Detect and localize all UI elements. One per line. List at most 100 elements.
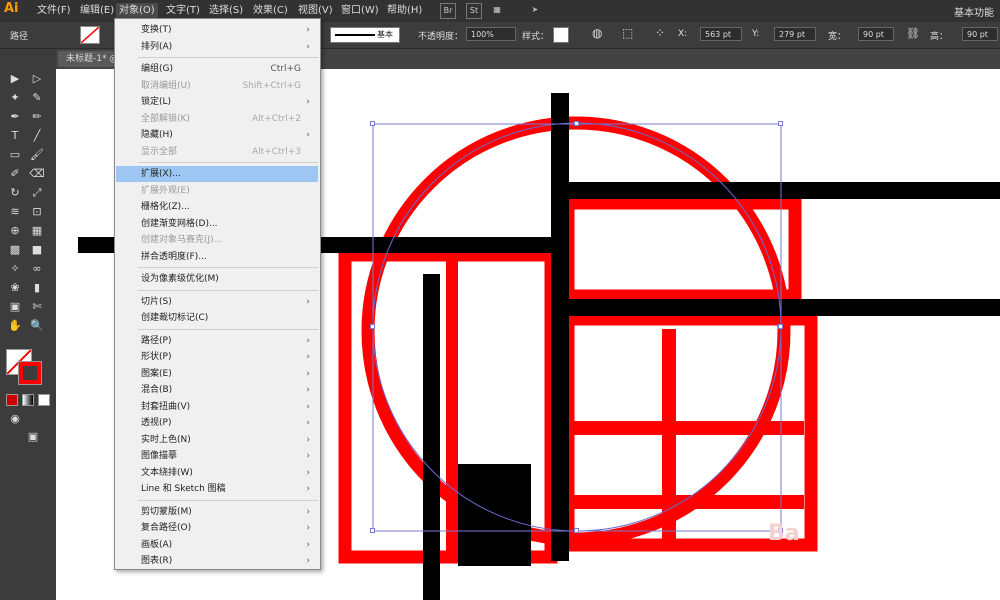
menu-item-12[interactable]: 栅格化(Z)...: [116, 199, 318, 215]
reference-point-icon[interactable]: ⁘: [655, 26, 665, 40]
mesh-tool-icon[interactable]: ▩: [6, 242, 24, 258]
bbox-handle-bottom[interactable]: [574, 528, 579, 533]
bbox-handle-top-left[interactable]: [370, 121, 375, 126]
menu-item-24[interactable]: 图案(E) ›: [116, 366, 318, 382]
link-proportions-icon[interactable]: ⛓: [906, 27, 920, 40]
menu-item-28[interactable]: 实时上色(N) ›: [116, 432, 318, 448]
fill-swatch[interactable]: [80, 26, 100, 44]
align-icon[interactable]: ⬚: [622, 26, 633, 40]
menu-7[interactable]: 视图(V): [295, 3, 336, 19]
gradient-mode-icon[interactable]: [22, 394, 34, 406]
menu-item-13[interactable]: 创建渐变网格(D)...: [116, 216, 318, 232]
bbox-handle-bottom-left[interactable]: [370, 528, 375, 533]
menu-separator: [138, 162, 318, 163]
stroke-profile[interactable]: 基本: [330, 27, 400, 43]
width-input[interactable]: 90 pt: [858, 27, 894, 41]
menu-separator: [138, 328, 318, 330]
selection-tool-icon[interactable]: ▶: [6, 71, 24, 87]
menu-item-29[interactable]: 图像描摹 ›: [116, 448, 318, 464]
recolor-icon[interactable]: ◍: [592, 26, 602, 40]
menu-item-33[interactable]: 剪切蒙版(M) ›: [116, 504, 318, 520]
bridge-button[interactable]: Br: [440, 3, 456, 19]
blend-tool-icon[interactable]: ∞: [28, 261, 46, 277]
menu-3[interactable]: 对象(O): [116, 3, 158, 19]
menu-item-34[interactable]: 复合路径(O) ›: [116, 520, 318, 536]
lasso-tool-icon[interactable]: ✎: [28, 90, 46, 106]
menu-2[interactable]: 编辑(E): [77, 3, 117, 19]
graphic-style-swatch[interactable]: [553, 27, 569, 43]
bbox-handle-top-right[interactable]: [778, 121, 783, 126]
perspective-grid-tool-icon[interactable]: ▦: [28, 223, 46, 239]
menu-item-36[interactable]: 图表(R) ›: [116, 553, 318, 569]
menu-9[interactable]: 帮助(H): [384, 3, 425, 19]
x-input[interactable]: 563 pt: [700, 27, 742, 41]
menu-5[interactable]: 选择(S): [206, 3, 246, 19]
screen-mode-icon[interactable]: ▣: [24, 429, 42, 445]
warp-tool-icon[interactable]: ≋: [6, 204, 24, 220]
gradient-tool-icon[interactable]: ■: [28, 242, 46, 258]
draw-mode-icon[interactable]: ◉: [6, 411, 24, 427]
y-label: Y:: [752, 29, 760, 39]
menu-item-19[interactable]: 切片(S) ›: [116, 294, 318, 310]
paintbrush-tool-icon[interactable]: 🖌: [28, 147, 46, 163]
menu-item-26[interactable]: 封套扭曲(V) ›: [116, 399, 318, 415]
scale-tool-icon[interactable]: ⤢: [28, 185, 46, 201]
menu-item-0[interactable]: 变换(T) ›: [116, 22, 318, 38]
artboard-tool-icon[interactable]: ▣: [6, 299, 24, 315]
shaper-tool-icon[interactable]: ✐: [6, 166, 24, 182]
free-transform-tool-icon[interactable]: ⊡: [28, 204, 46, 220]
menu-6[interactable]: 效果(C): [250, 3, 291, 19]
menu-item-23[interactable]: 形状(P) ›: [116, 349, 318, 365]
menu-item-15[interactable]: 拼合透明度(F)...: [116, 249, 318, 265]
menu-item-17[interactable]: 设为像素级优化(M): [116, 271, 318, 287]
shape-builder-tool-icon[interactable]: ⊕: [6, 223, 24, 239]
menu-8[interactable]: 窗口(W): [338, 3, 382, 19]
workspace-switcher[interactable]: 基本功能: [954, 4, 994, 19]
menu-item-label: 复合路径(O): [141, 523, 192, 533]
rotate-tool-icon[interactable]: ↻: [6, 185, 24, 201]
menu-item-10[interactable]: 扩展(X)...: [116, 166, 318, 182]
menu-item-22[interactable]: 路径(P) ›: [116, 333, 318, 349]
submenu-arrow-icon: ›: [306, 556, 310, 566]
magic-wand-tool-icon[interactable]: ✦: [6, 90, 24, 106]
pen-tool-icon[interactable]: ✒: [6, 109, 24, 125]
line-tool-icon[interactable]: ╱: [28, 128, 46, 144]
stroke-color-swatch[interactable]: [18, 361, 42, 385]
menu-item-31[interactable]: Line 和 Sketch 图稿 ›: [116, 481, 318, 497]
bbox-handle-left[interactable]: [370, 324, 375, 329]
menu-item-5[interactable]: 锁定(L) ›: [116, 94, 318, 110]
menu-1[interactable]: 文件(F): [34, 3, 74, 19]
menu-item-27[interactable]: 透视(P) ›: [116, 415, 318, 431]
bbox-handle-top[interactable]: [574, 121, 579, 126]
arrange-documents-icon[interactable]: ▦: [490, 3, 504, 17]
menu-item-30[interactable]: 文本绕排(W) ›: [116, 465, 318, 481]
symbol-sprayer-tool-icon[interactable]: ❀: [6, 280, 24, 296]
bbox-handle-right[interactable]: [778, 324, 783, 329]
type-tool-icon[interactable]: T: [6, 128, 24, 144]
menu-item-label: 排列(A): [141, 41, 173, 52]
direct-selection-tool-icon[interactable]: ▷: [28, 71, 46, 87]
color-mode-icon[interactable]: [6, 394, 18, 406]
eyedropper-tool-icon[interactable]: ✧: [6, 261, 24, 277]
zoom-tool-icon[interactable]: 🔍: [28, 318, 46, 334]
column-graph-tool-icon[interactable]: ▮: [28, 280, 46, 296]
menu-item-1[interactable]: 排列(A) ›: [116, 39, 318, 55]
menu-4[interactable]: 文字(T): [163, 3, 203, 19]
stock-button[interactable]: St: [466, 3, 482, 19]
hand-tool-icon[interactable]: ✋: [6, 318, 24, 334]
menu-item-25[interactable]: 混合(B) ›: [116, 382, 318, 398]
height-input[interactable]: 90 pt: [962, 27, 998, 41]
eraser-tool-icon[interactable]: ⌫: [28, 166, 46, 182]
curvature-tool-icon[interactable]: ✏: [28, 109, 46, 125]
menu-item-3[interactable]: 编组(G) Ctrl+G: [116, 61, 318, 77]
menu-item-7[interactable]: 隐藏(H) ›: [116, 127, 318, 143]
gpu-performance-icon[interactable]: ➤: [528, 3, 542, 17]
rectangle-tool-icon[interactable]: ▭: [6, 147, 24, 163]
slice-tool-icon[interactable]: ✄: [28, 299, 46, 315]
tools-panel: ▶ ▷ ✦ ✎ ✒ ✏ T ╱ ▭ 🖌 ✐ ⌫ ↻ ⤢ ≋ ⊡ ⊕ ▦ ▩ ■ ✧ ∞ ❀ ▮ ▣ ✄ ✋ 🔍 ◉ ▣: [0, 49, 57, 600]
y-input[interactable]: 279 pt: [774, 27, 816, 41]
none-mode-icon[interactable]: [38, 394, 50, 406]
menu-item-20[interactable]: 创建裁切标记(C): [116, 310, 318, 326]
menu-item-35[interactable]: 画板(A) ›: [116, 537, 318, 553]
opacity-input[interactable]: 100%: [466, 27, 516, 41]
